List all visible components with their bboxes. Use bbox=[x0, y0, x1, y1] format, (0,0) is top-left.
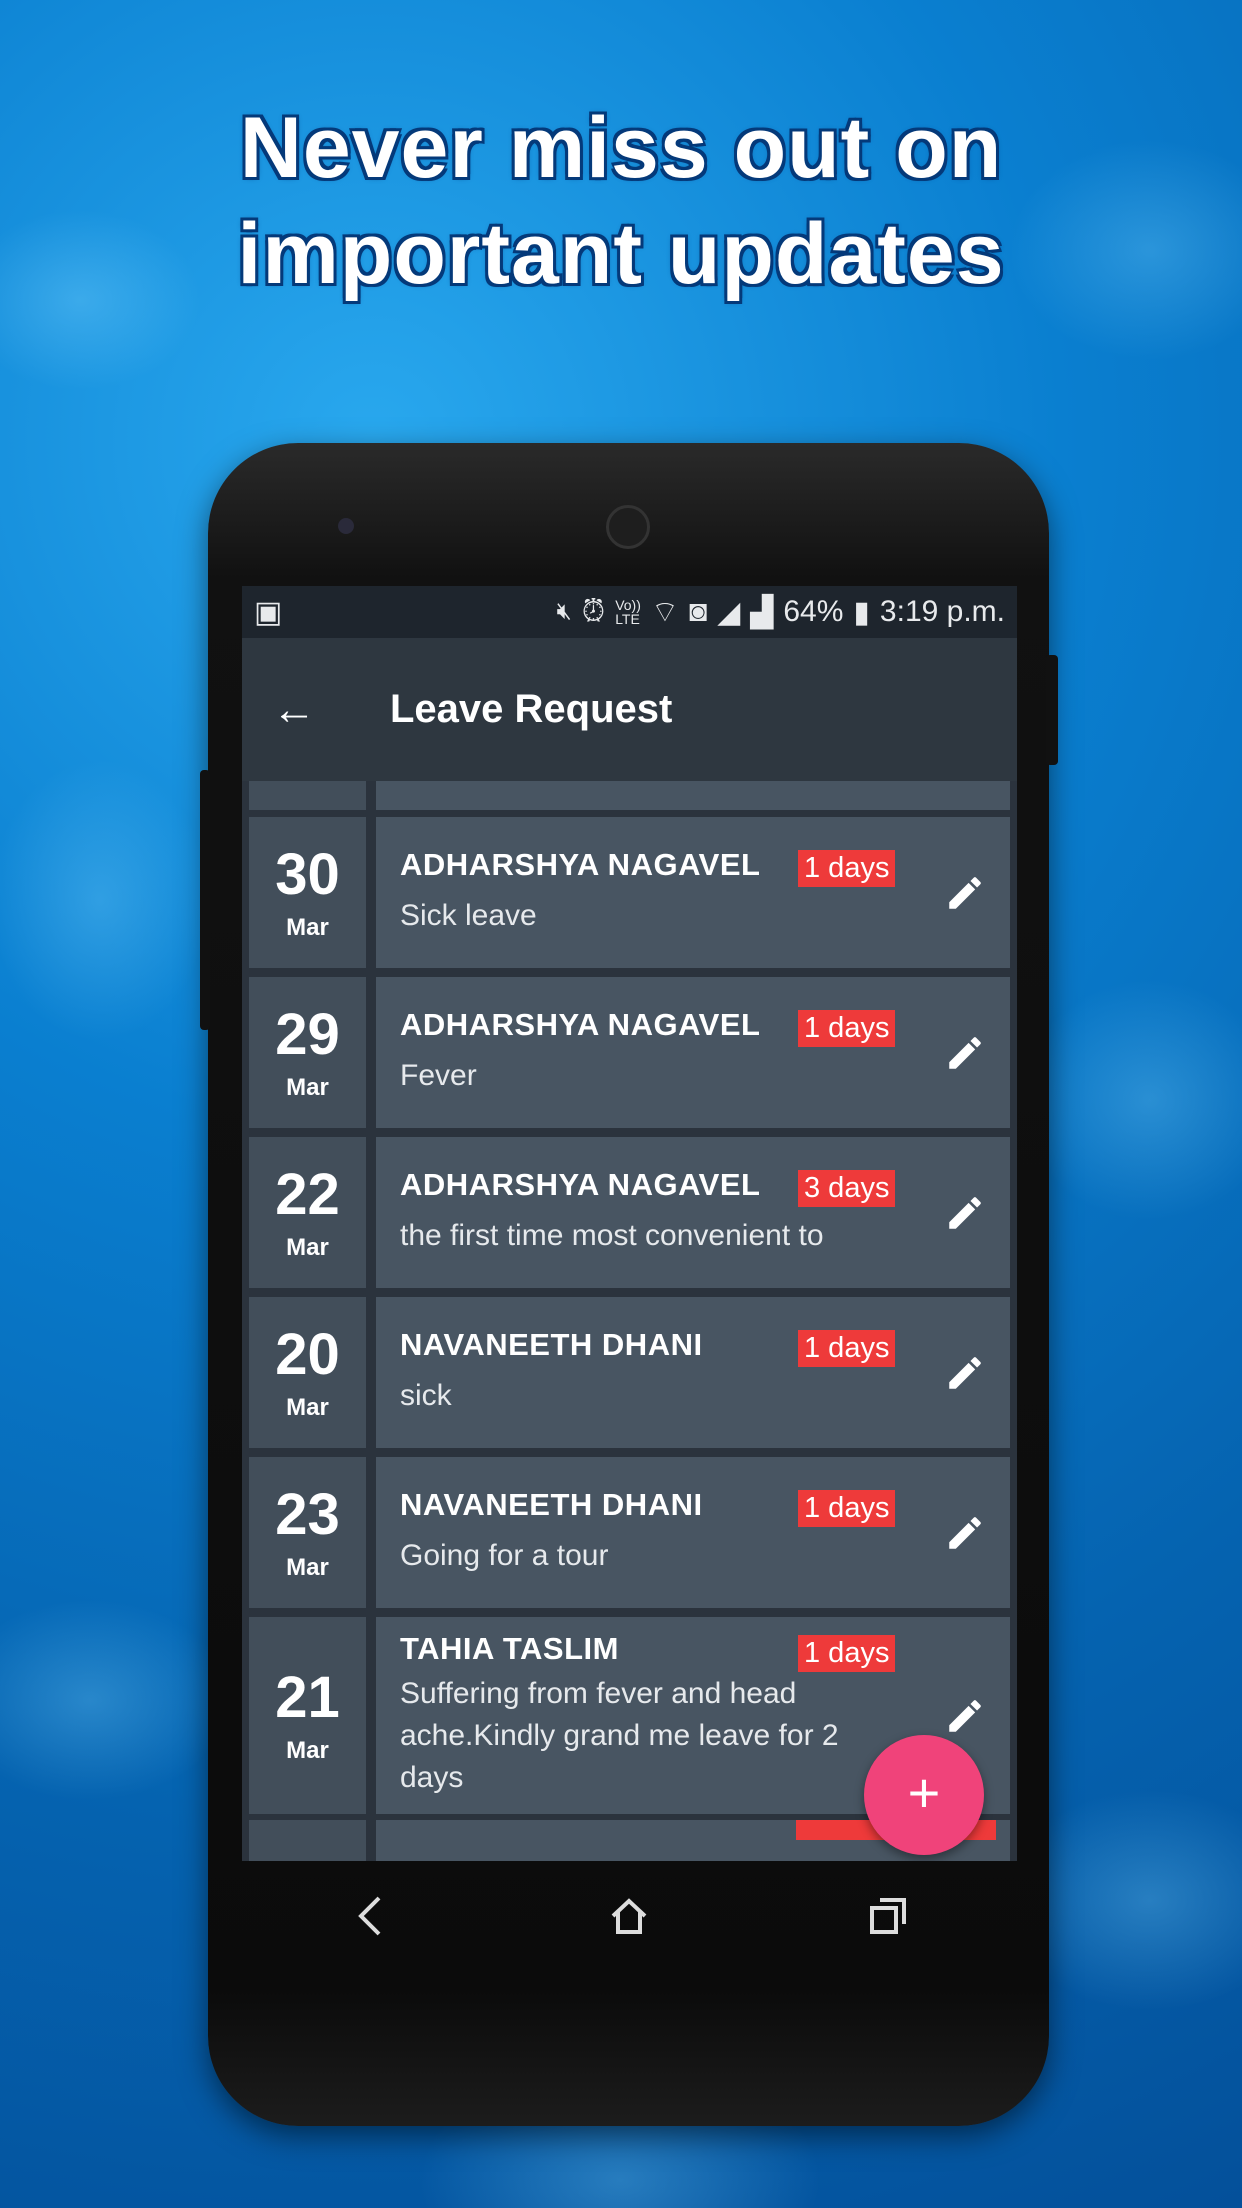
app-screen: ▣ 🔇︎ ⏰︎ Vo)) LTE ⌔ ◙ ◢ ▟ 64% ▮ 3:19 p.m. … bbox=[242, 586, 1017, 1861]
list-item[interactable]: 29 Mar ADHARSHYA NAGAVEL Fever 1 days bbox=[249, 977, 1010, 1128]
status-bar: ▣ 🔇︎ ⏰︎ Vo)) LTE ⌔ ◙ ◢ ▟ 64% ▮ 3:19 p.m. bbox=[242, 586, 1017, 638]
leave-card: ADHARSHYA NAGAVEL the first time most co… bbox=[376, 1137, 1010, 1288]
employee-name: ADHARSHYA NAGAVEL bbox=[400, 1167, 761, 1202]
employee-name: NAVANEETH DHANI bbox=[400, 1487, 703, 1522]
volte-icon: Vo)) LTE bbox=[615, 597, 641, 627]
duration-badge: 1 days bbox=[798, 1490, 896, 1527]
pencil-icon[interactable] bbox=[944, 872, 986, 914]
date-day: 22 bbox=[275, 1161, 340, 1227]
duration-badge: 1 days bbox=[798, 1010, 896, 1047]
pencil-icon[interactable] bbox=[944, 1512, 986, 1554]
home-icon[interactable] bbox=[609, 1896, 649, 1936]
date-month: Mar bbox=[286, 1073, 329, 1101]
date-day: 30 bbox=[275, 841, 340, 907]
headline-line-2: important updates bbox=[237, 206, 1005, 302]
headline-line-1: Never miss out on bbox=[239, 100, 1003, 196]
duration-badge: 1 days bbox=[798, 850, 896, 887]
pencil-icon[interactable] bbox=[944, 1192, 986, 1234]
pencil-icon[interactable] bbox=[944, 1695, 986, 1737]
battery-charging-icon: ▮ bbox=[853, 595, 870, 629]
data-saver-icon: ◙ bbox=[689, 595, 708, 628]
pencil-icon[interactable] bbox=[944, 1032, 986, 1074]
wifi-icon: ⌔ bbox=[650, 596, 680, 629]
back-icon[interactable] bbox=[351, 1894, 391, 1938]
list-item[interactable]: 23 Mar NAVANEETH DHANI Going for a tour … bbox=[249, 1457, 1010, 1608]
image-icon: ▣ bbox=[254, 595, 283, 629]
date-block: 30 Mar bbox=[249, 817, 366, 968]
signal-icon: ▟ bbox=[750, 595, 774, 629]
date-block: 29 Mar bbox=[249, 977, 366, 1128]
date-block: 22 Mar bbox=[249, 1137, 366, 1288]
duration-badge: 1 days bbox=[798, 1330, 896, 1367]
phone-side-button bbox=[1046, 655, 1058, 765]
nav-bar bbox=[242, 1861, 1017, 1971]
date-month: Mar bbox=[286, 1393, 329, 1421]
clock: 3:19 p.m. bbox=[879, 595, 1005, 628]
arrow-left-icon[interactable]: ← bbox=[272, 685, 332, 735]
employee-name: NAVANEETH DHANI bbox=[400, 1327, 703, 1362]
phone-earpiece bbox=[606, 505, 650, 549]
date-month: Mar bbox=[286, 1736, 329, 1764]
date-month: Mar bbox=[286, 1553, 329, 1581]
duration-badge: 3 days bbox=[798, 1170, 896, 1207]
leave-card: NAVANEETH DHANI sick 1 days bbox=[376, 1297, 1010, 1448]
employee-name: ADHARSHYA NAGAVEL bbox=[400, 847, 761, 882]
phone-volume-button bbox=[200, 770, 210, 1030]
duration-badge: 1 days bbox=[798, 1635, 896, 1672]
employee-name: ADHARSHYA NAGAVEL bbox=[400, 1007, 761, 1042]
date-day: 20 bbox=[275, 1321, 340, 1387]
signal-icon: ◢ bbox=[717, 595, 741, 629]
date-day: 29 bbox=[275, 1001, 340, 1067]
app-bar: ← Leave Request bbox=[242, 638, 1017, 781]
list-item[interactable]: 30 Mar ADHARSHYA NAGAVEL Sick leave 1 da… bbox=[249, 817, 1010, 968]
promo-headline: Never miss out on important updates bbox=[0, 95, 1242, 307]
list-item[interactable]: 22 Mar ADHARSHYA NAGAVEL the first time … bbox=[249, 1137, 1010, 1288]
date-block: 21 Mar bbox=[249, 1617, 366, 1814]
battery-percent: 64% bbox=[783, 595, 844, 628]
date-month: Mar bbox=[286, 1233, 329, 1261]
date-block: 20 Mar bbox=[249, 1297, 366, 1448]
list-item[interactable]: 20 Mar NAVANEETH DHANI sick 1 days bbox=[249, 1297, 1010, 1448]
date-day: 23 bbox=[275, 1481, 340, 1547]
leave-card: ADHARSHYA NAGAVEL Fever 1 days bbox=[376, 977, 1010, 1128]
leave-reason: Sick leave bbox=[400, 899, 537, 932]
leave-reason: Going for a tour bbox=[400, 1539, 609, 1572]
mute-icon: 🔇︎ bbox=[556, 598, 572, 625]
date-month: Mar bbox=[286, 913, 329, 941]
leave-reason: the first time most convenient to bbox=[400, 1219, 824, 1252]
pencil-icon[interactable] bbox=[944, 1352, 986, 1394]
list-item-partial[interactable] bbox=[249, 781, 1010, 810]
leave-reason: Fever bbox=[400, 1059, 477, 1092]
alarm-icon: ⏰︎ bbox=[581, 595, 606, 628]
recents-icon[interactable] bbox=[868, 1896, 908, 1936]
date-day: 21 bbox=[275, 1664, 340, 1730]
page-title: Leave Request bbox=[390, 687, 673, 731]
leave-card: NAVANEETH DHANI Going for a tour 1 days bbox=[376, 1457, 1010, 1608]
leave-card: ADHARSHYA NAGAVEL Sick leave 1 days bbox=[376, 817, 1010, 968]
date-block: 23 Mar bbox=[249, 1457, 366, 1608]
phone-camera bbox=[338, 518, 354, 534]
add-leave-button[interactable]: + bbox=[864, 1735, 984, 1855]
employee-name: TAHIA TASLIM bbox=[400, 1631, 619, 1666]
leave-reason: sick bbox=[400, 1379, 452, 1412]
leave-reason: Suffering from fever and head ache.Kindl… bbox=[400, 1677, 839, 1794]
